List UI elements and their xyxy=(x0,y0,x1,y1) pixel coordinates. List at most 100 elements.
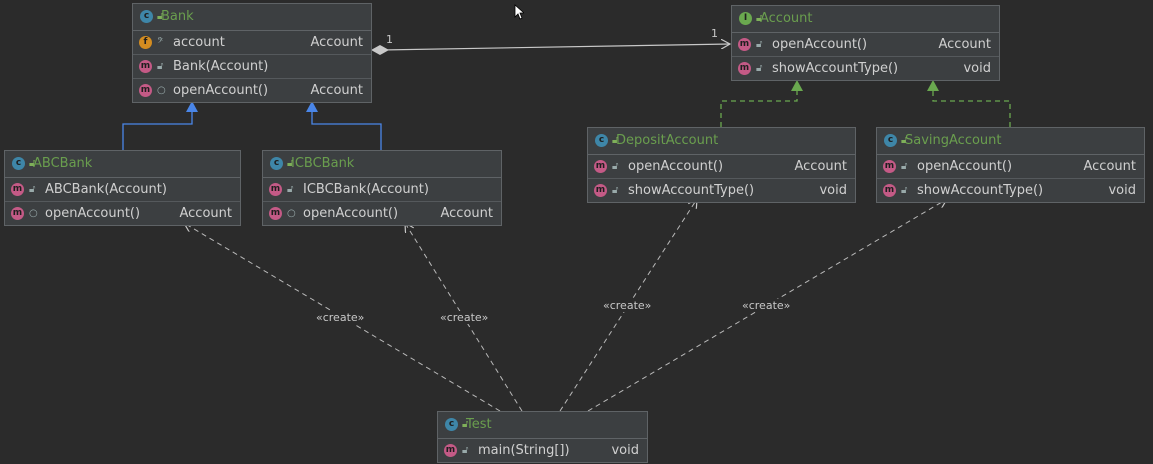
member-name: showAccountType() xyxy=(917,183,1044,198)
create-label-savingaccount: «create» xyxy=(741,299,792,312)
field-icon: f xyxy=(139,36,152,49)
public-visibility-icon: 🔓︎ xyxy=(612,135,619,146)
member-name: openAccount() xyxy=(303,206,399,221)
member-row[interactable]: f 𝄢 account Account xyxy=(133,31,371,55)
package-visibility-icon: ○ xyxy=(157,85,166,96)
method-icon: m xyxy=(594,184,607,197)
member-name: showAccountType() xyxy=(628,183,755,198)
public-visibility-icon: 🔓︎ xyxy=(901,161,908,172)
public-visibility-icon: 🔓︎ xyxy=(756,39,763,50)
method-icon: m xyxy=(139,84,152,97)
member-name: openAccount() xyxy=(772,37,868,52)
account-multiplicity: 1 xyxy=(711,27,718,40)
method-icon: m xyxy=(738,62,751,75)
class-node-depositaccount[interactable]: c 🔓︎ DepositAccount m 🔓︎ openAccount() A… xyxy=(587,127,856,203)
class-node-bank[interactable]: c 🔓︎ Bank f 𝄢 account Account m 🔓︎ Bank(… xyxy=(132,3,372,103)
member-name: openAccount() xyxy=(917,159,1013,174)
member-row[interactable]: m 🔓︎ showAccountType() void xyxy=(877,179,1144,202)
public-visibility-icon: 🔓︎ xyxy=(756,13,763,24)
public-visibility-icon: 🔓︎ xyxy=(901,135,908,146)
public-visibility-icon: 🔓︎ xyxy=(462,419,469,430)
member-type: void xyxy=(963,61,991,76)
class-header: c 🔓︎ SavingAccount xyxy=(877,128,1144,155)
member-name: account xyxy=(173,35,225,50)
class-icon: c xyxy=(140,10,153,23)
member-row[interactable]: m 🔓︎ openAccount() Account xyxy=(732,33,999,57)
class-name: SavingAccount xyxy=(905,133,1002,148)
create-label-depositaccount: «create» xyxy=(602,299,653,312)
class-node-abcbank[interactable]: c 🔓︎ ABCBank m 🔓︎ ABCBank(Account) m ○ o… xyxy=(4,150,241,226)
public-visibility-icon: 🔓︎ xyxy=(157,11,164,22)
public-visibility-icon: 🔓︎ xyxy=(756,63,763,74)
member-type: Account xyxy=(794,159,848,174)
public-visibility-icon: 🔓︎ xyxy=(612,161,619,172)
method-icon: m xyxy=(444,444,457,457)
member-row[interactable]: m 🔓︎ showAccountType() void xyxy=(732,57,999,80)
class-node-savingaccount[interactable]: c 🔓︎ SavingAccount m 🔓︎ openAccount() Ac… xyxy=(876,127,1145,203)
association-bank-account[interactable] xyxy=(371,44,730,55)
method-icon: m xyxy=(269,183,282,196)
method-icon: m xyxy=(11,207,24,220)
private-visibility-icon: 𝄢 xyxy=(157,37,164,48)
class-icon: c xyxy=(270,157,283,170)
member-name: openAccount() xyxy=(45,206,141,221)
member-type: Account xyxy=(310,83,364,98)
member-type: void xyxy=(611,443,639,458)
public-visibility-icon: 🔓︎ xyxy=(29,184,36,195)
member-row[interactable]: m 🔓︎ main(String[]) void xyxy=(438,439,647,462)
class-icon: c xyxy=(595,134,608,147)
member-row[interactable]: m 🔓︎ openAccount() Account xyxy=(877,155,1144,179)
member-type: void xyxy=(819,183,847,198)
interface-icon: I xyxy=(739,12,752,25)
method-icon: m xyxy=(738,38,751,51)
member-row[interactable]: m 🔓︎ ABCBank(Account) xyxy=(5,178,240,202)
method-icon: m xyxy=(139,60,152,73)
package-visibility-icon: ○ xyxy=(29,208,38,219)
class-name: ICBCBank xyxy=(291,156,355,171)
package-visibility-icon: ○ xyxy=(287,208,296,219)
member-name: Bank(Account) xyxy=(173,59,269,74)
class-header: c 🔓︎ DepositAccount xyxy=(588,128,855,155)
member-row[interactable]: m 🔓︎ openAccount() Account xyxy=(588,155,855,179)
member-name: ABCBank(Account) xyxy=(45,182,167,197)
member-type: Account xyxy=(938,37,992,52)
member-name: ICBCBank(Account) xyxy=(303,182,429,197)
implements-edges xyxy=(720,80,1011,127)
class-node-icbcbank[interactable]: c 🔓︎ ICBCBank m 🔓︎ ICBCBank(Account) m ○… xyxy=(262,150,502,226)
class-node-test[interactable]: c 🔓︎ Test m 🔓︎ main(String[]) void xyxy=(437,411,648,463)
public-visibility-icon: 🔓︎ xyxy=(612,185,619,196)
member-name: openAccount() xyxy=(628,159,724,174)
member-row[interactable]: m ○ openAccount() Account xyxy=(5,202,240,225)
public-visibility-icon: 🔓︎ xyxy=(29,158,36,169)
interface-name: Account xyxy=(760,11,813,26)
class-name: Test xyxy=(466,417,492,432)
public-visibility-icon: 🔓︎ xyxy=(157,61,164,72)
extends-edges xyxy=(122,101,382,150)
class-header: c 🔓︎ ICBCBank xyxy=(263,151,501,178)
interface-header: I 🔓︎ Account xyxy=(732,6,999,33)
class-name: DepositAccount xyxy=(616,133,719,148)
member-row[interactable]: m 🔓︎ showAccountType() void xyxy=(588,179,855,202)
member-type: Account xyxy=(440,206,494,221)
class-icon: c xyxy=(445,418,458,431)
member-type: Account xyxy=(310,35,364,50)
mouse-pointer-icon xyxy=(514,4,524,20)
method-icon: m xyxy=(883,184,896,197)
member-row[interactable]: m 🔓︎ Bank(Account) xyxy=(133,55,371,79)
create-label-icbcbank: «create» xyxy=(439,311,490,324)
uml-diagram-canvas: 1 1 «create» «create» «create» «create» … xyxy=(0,0,1153,464)
public-visibility-icon: 🔓︎ xyxy=(901,185,908,196)
method-icon: m xyxy=(11,183,24,196)
member-row[interactable]: m ○ openAccount() Account xyxy=(263,202,501,225)
member-row[interactable]: m 🔓︎ ICBCBank(Account) xyxy=(263,178,501,202)
method-icon: m xyxy=(594,160,607,173)
create-edges xyxy=(184,199,947,412)
create-label-abcbank: «create» xyxy=(315,311,366,324)
interface-node-account[interactable]: I 🔓︎ Account m 🔓︎ openAccount() Account … xyxy=(731,5,1000,81)
class-header: c 🔓︎ Bank xyxy=(133,4,371,31)
public-visibility-icon: 🔓︎ xyxy=(287,184,294,195)
class-name: Bank xyxy=(161,9,194,24)
member-row[interactable]: m ○ openAccount() Account xyxy=(133,79,371,102)
member-type: Account xyxy=(179,206,233,221)
bank-multiplicity: 1 xyxy=(386,33,393,46)
